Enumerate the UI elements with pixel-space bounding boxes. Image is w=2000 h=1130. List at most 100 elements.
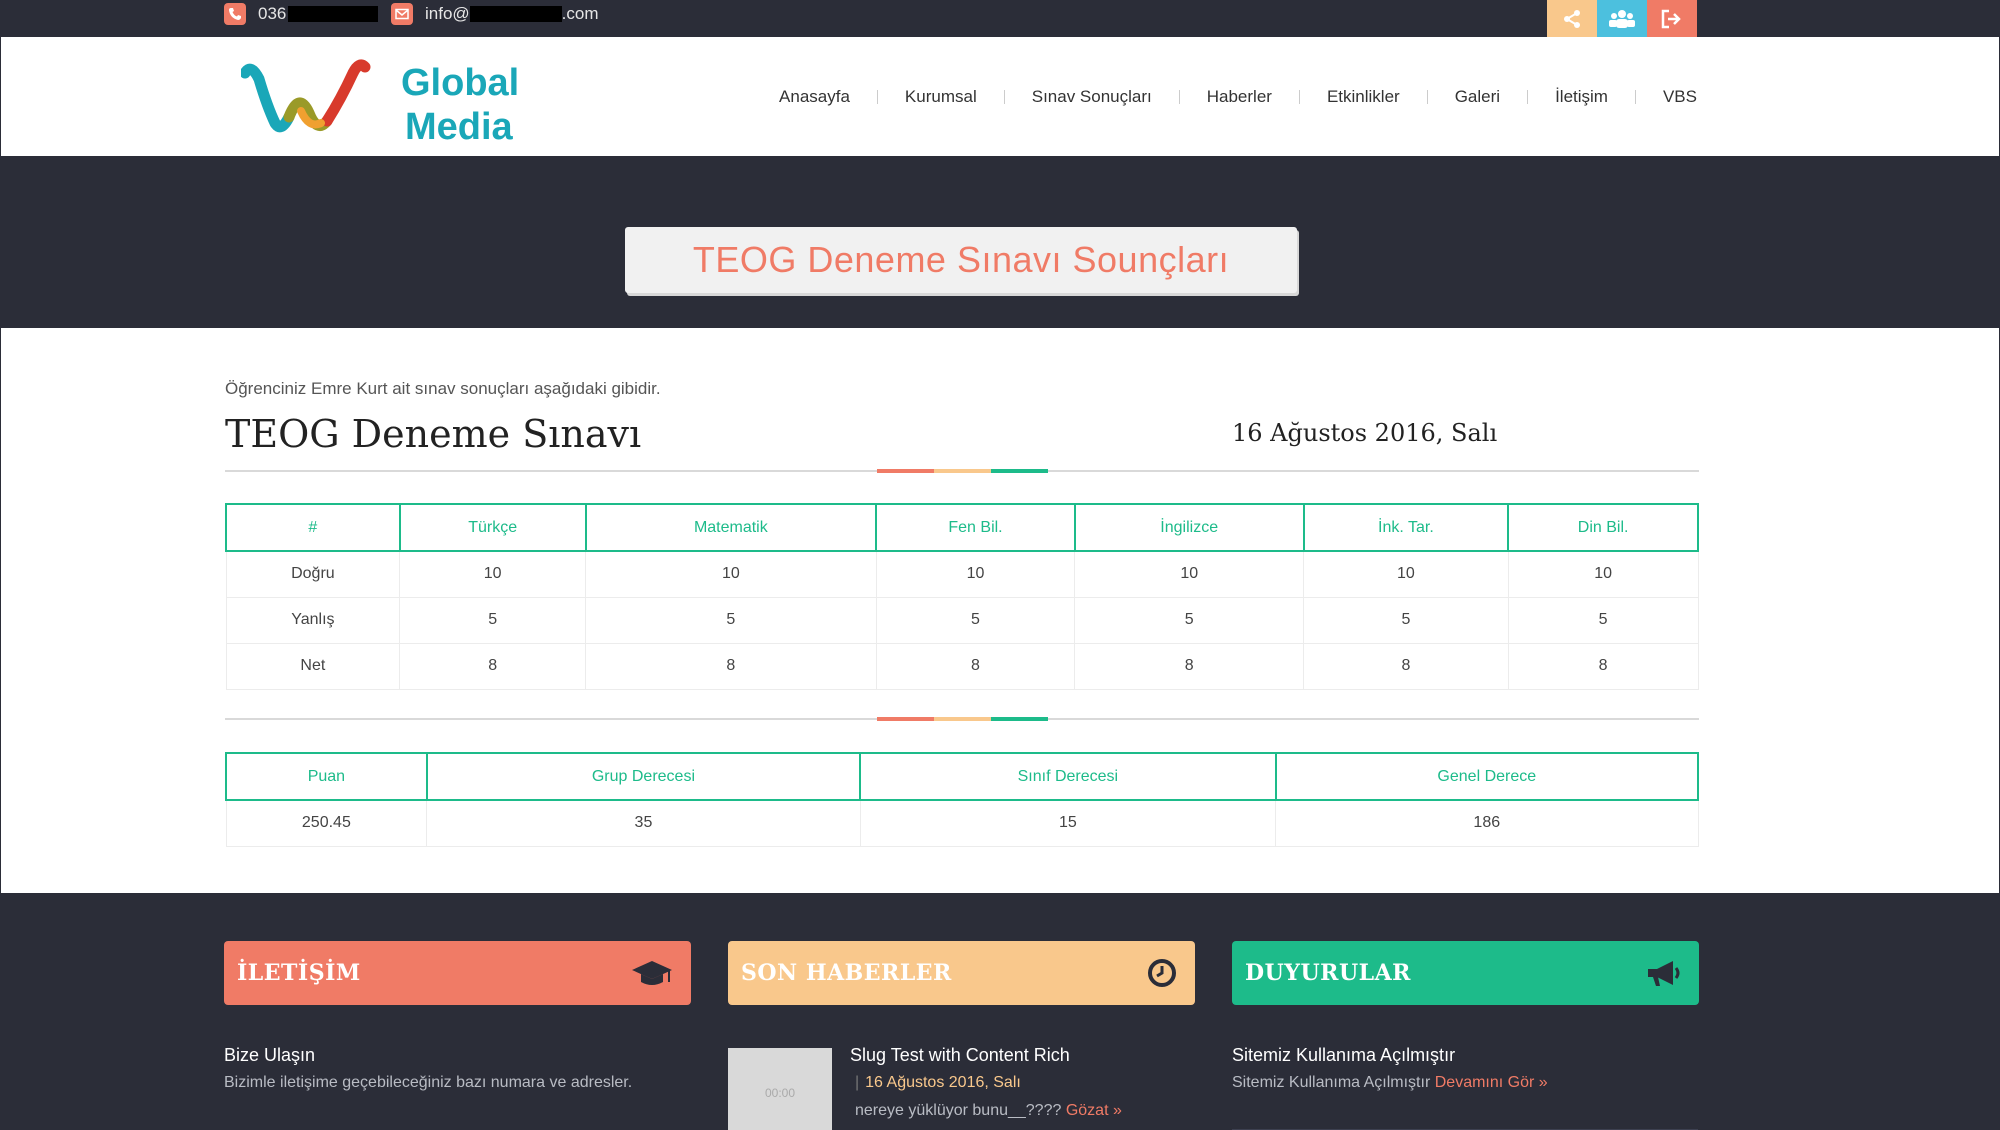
table-cell: 5: [399, 596, 587, 644]
subjects-table: # Türkçe Matematik Fen Bil. İngilizce İn…: [225, 503, 1699, 690]
table-cell: 8: [1074, 642, 1305, 690]
announcement-item-text: Sitemiz Kullanıma Açılmıştır: [1232, 1074, 1431, 1091]
nav-item-iletisim[interactable]: İletişim: [1528, 87, 1635, 107]
table-cell: 10: [1303, 550, 1509, 598]
table-cell: 10: [875, 550, 1076, 598]
table-cell: 8: [1303, 642, 1509, 690]
logout-icon: [1661, 9, 1681, 28]
column-header: Matematik: [584, 503, 878, 552]
score-table: Puan Grup Derecesi Sınıf Derecesi Genel …: [225, 752, 1700, 847]
logout-button[interactable]: [1647, 0, 1697, 37]
table-cell: 10: [1074, 550, 1305, 598]
table-cell: 35: [426, 799, 861, 847]
table-cell: 5: [585, 596, 877, 644]
graduation-cap-icon: [632, 961, 672, 985]
site-footer: İLETİŞİM SON HABERLER DUYURULAR Bize Ula…: [0, 893, 2000, 1130]
news-item-link[interactable]: Gözat »: [1066, 1102, 1122, 1119]
announcement-item-title[interactable]: Sitemiz Kullanıma Açılmıştır: [1232, 1045, 1455, 1066]
news-thumbnail[interactable]: 00:00: [728, 1048, 832, 1130]
megaphone-icon: [1648, 961, 1680, 986]
logo-mark-icon: [239, 59, 371, 133]
table-row: Net 8 8 8 8 8 8: [225, 642, 1699, 690]
section-divider: [225, 717, 1699, 721]
section-divider: [225, 469, 1699, 473]
table-cell: Yanlış: [225, 596, 401, 644]
news-item-date-text: 16 Ağustos 2016, Salı: [865, 1074, 1021, 1091]
table-cell: 5: [1303, 596, 1509, 644]
nav-item-kurumsal[interactable]: Kurumsal: [878, 87, 1004, 107]
table-cell: 8: [585, 642, 877, 690]
column-header: İngilizce: [1073, 503, 1305, 552]
phone-icon: [224, 3, 246, 25]
banner-title-box: TEOG Deneme Sınavı Sounçları: [625, 227, 1297, 293]
email-prefix: info@: [425, 4, 470, 23]
column-header: Türkçe: [398, 503, 587, 552]
nav-item-anasayfa[interactable]: Anasayfa: [752, 87, 877, 107]
divider-accent-orange: [934, 469, 991, 473]
logo[interactable]: Global Media: [239, 51, 531, 148]
announcement-item-link[interactable]: Devamını Gör »: [1435, 1074, 1548, 1091]
table-cell: 10: [1507, 550, 1699, 598]
table-row: Yanlış 5 5 5 5 5 5: [225, 596, 1699, 644]
column-header: #: [225, 503, 401, 552]
news-item-title[interactable]: Slug Test with Content Rich: [850, 1045, 1070, 1066]
column-header: İnk. Tar.: [1302, 503, 1510, 552]
announcements-widget-title: DUYURULAR: [1245, 960, 1411, 986]
contact-text: Bizimle iletişime geçebileceğiniz bazı n…: [224, 1074, 633, 1091]
column-header: Fen Bil.: [875, 503, 1076, 552]
redacted-email: [469, 6, 562, 22]
news-item-text: nereye yüklüyor bunu__????: [855, 1102, 1062, 1119]
intro-text: Öğrenciniz Emre Kurt ait sınav sonuçları…: [225, 379, 661, 398]
main-nav: Anasayfa Kurumsal Sınav Sonuçları Haberl…: [752, 37, 1697, 156]
table-header-row: # Türkçe Matematik Fen Bil. İngilizce İn…: [225, 503, 1699, 552]
email-contact[interactable]: info@ .com: [391, 0, 599, 28]
news-item-date: | 16 Ağustos 2016, Salı: [855, 1074, 1021, 1091]
contact-widget-title: İLETİŞİM: [237, 960, 361, 986]
contact-subtitle: Bize Ulaşın: [224, 1045, 316, 1065]
phone-number: 036: [258, 4, 287, 23]
column-header: Grup Derecesi: [425, 752, 862, 801]
nav-item-etkinlikler[interactable]: Etkinlikler: [1300, 87, 1427, 107]
column-header: Genel Derece: [1274, 752, 1700, 801]
page: 036 info@ .com Global Media Anasayfa Kur…: [0, 0, 2000, 1130]
logo-line-1: Global: [401, 62, 520, 104]
table-row: Doğru 10 10 10 10 10 10: [225, 550, 1699, 598]
table-cell: 10: [399, 550, 587, 598]
exam-date: 16 Ağustos 2016, Salı: [1232, 419, 1498, 447]
table-cell: 5: [875, 596, 1076, 644]
divider-accent-green: [991, 469, 1048, 473]
redacted-phone: [288, 6, 379, 22]
table-cell: 186: [1275, 799, 1699, 847]
nav-item-galeri[interactable]: Galeri: [1428, 87, 1527, 107]
top-bar: 036 info@ .com: [0, 0, 2000, 37]
logo-text: Global Media: [401, 61, 519, 149]
table-cell: Doğru: [225, 550, 401, 598]
phone-contact[interactable]: 036: [224, 0, 379, 28]
table-cell: Net: [225, 642, 401, 690]
nav-item-haberler[interactable]: Haberler: [1180, 87, 1299, 107]
clock-icon: [1148, 959, 1176, 987]
table-cell: 5: [1507, 596, 1699, 644]
divider-accent-red: [877, 469, 934, 473]
share-button[interactable]: [1547, 0, 1597, 37]
table-cell: 250.45: [225, 799, 428, 847]
site-header: Global Media Anasayfa Kurumsal Sınav Son…: [0, 37, 2000, 156]
banner-title: TEOG Deneme Sınavı Sounçları: [692, 239, 1230, 280]
news-item-excerpt: nereye yüklüyor bunu__???? Gözat »: [855, 1102, 1122, 1120]
page-banner: TEOG Deneme Sınavı Sounçları: [0, 156, 2000, 328]
envelope-icon: [391, 3, 413, 25]
column-header: Din Bil.: [1507, 503, 1699, 552]
logo-line-2: Media: [405, 106, 513, 148]
divider-accent-orange: [934, 717, 991, 721]
nav-item-vbs[interactable]: VBS: [1636, 87, 1697, 107]
nav-item-sinav-sonuclari[interactable]: Sınav Sonuçları: [1005, 87, 1179, 107]
users-button[interactable]: [1597, 0, 1647, 37]
announcements-widget-header: DUYURULAR: [1232, 941, 1699, 1005]
table-header-row: Puan Grup Derecesi Sınıf Derecesi Genel …: [225, 752, 1700, 801]
exam-title: TEOG Deneme Sınavı: [225, 412, 642, 456]
announcement-item-excerpt: Sitemiz Kullanıma Açılmıştır Devamını Gö…: [1232, 1074, 1548, 1092]
email-suffix: .com: [561, 4, 599, 23]
table-cell: 15: [859, 799, 1277, 847]
column-header: Sınıf Derecesi: [859, 752, 1277, 801]
table-cell: 8: [875, 642, 1076, 690]
